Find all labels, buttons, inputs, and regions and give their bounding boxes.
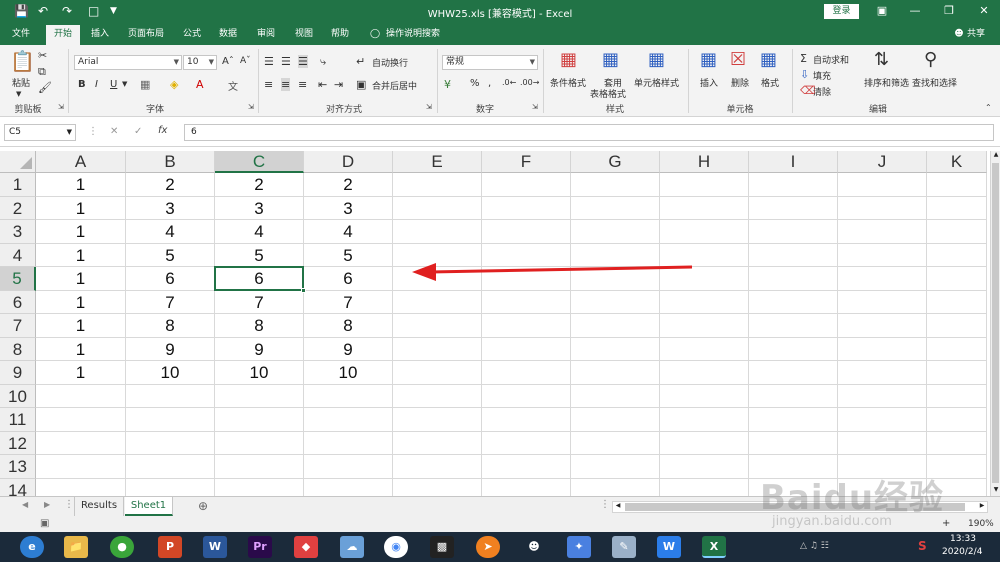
zoom-level[interactable]: 190% (968, 519, 994, 529)
file-explorer-icon[interactable]: 📁 (64, 536, 88, 558)
video-editor-icon[interactable]: ▩ (430, 536, 454, 558)
premiere-icon[interactable]: Pr (248, 536, 272, 558)
split-handle-icon[interactable]: ⋮ (600, 499, 610, 510)
clock-date[interactable]: 2020/2/4 (942, 547, 982, 557)
sheet-tab-sheet1[interactable]: Sheet1 (125, 497, 173, 516)
browser-360-icon[interactable]: e (20, 536, 44, 558)
sheet-tab-results[interactable]: Results (74, 497, 124, 516)
new-sheet-icon[interactable]: ⊕ (198, 499, 208, 513)
notes-icon[interactable]: ✎ (612, 536, 636, 558)
powerpoint-icon[interactable]: P (158, 536, 182, 558)
wps-icon[interactable]: W (657, 536, 681, 558)
tab-options-icon[interactable]: ⋮ (64, 499, 74, 510)
word-icon[interactable]: W (203, 536, 227, 558)
sogou-icon[interactable]: S (918, 539, 927, 553)
app-icon[interactable]: ◆ (294, 536, 318, 558)
qq-icon[interactable]: ☻ (522, 536, 546, 558)
baidu-watermark: Baidu经验 (760, 478, 945, 518)
arrow-head (412, 263, 436, 281)
wechat-icon[interactable]: ● (110, 536, 134, 558)
scroll-right-icon[interactable]: ▶ (977, 502, 987, 512)
arrow-shaft (429, 265, 693, 274)
media-player-icon[interactable]: ➤ (476, 536, 500, 558)
prev-sheet-icon[interactable]: ◀ (22, 500, 28, 509)
scroll-left-icon[interactable]: ◀ (613, 502, 623, 512)
clock-time[interactable]: 13:33 (950, 534, 976, 544)
tray-icons[interactable]: △ ♫ ☷ (800, 541, 829, 551)
excel-icon[interactable]: X (702, 536, 726, 558)
macro-record-icon[interactable]: ▣ (40, 518, 49, 529)
zoom-in-icon[interactable]: + (942, 518, 950, 529)
baidu-watermark-url: jingyan.baidu.com (772, 514, 892, 529)
cloud-app-icon[interactable]: ☁ (340, 536, 364, 558)
windows-taskbar: e 📁 ● P W Pr ◆ ☁ ◉ ▩ ➤ ☻ ✦ ✎ W X △ ♫ ☷ S… (0, 532, 1000, 562)
chrome-icon[interactable]: ◉ (384, 536, 408, 558)
next-sheet-icon[interactable]: ▶ (44, 500, 50, 509)
feishu-icon[interactable]: ✦ (567, 536, 591, 558)
